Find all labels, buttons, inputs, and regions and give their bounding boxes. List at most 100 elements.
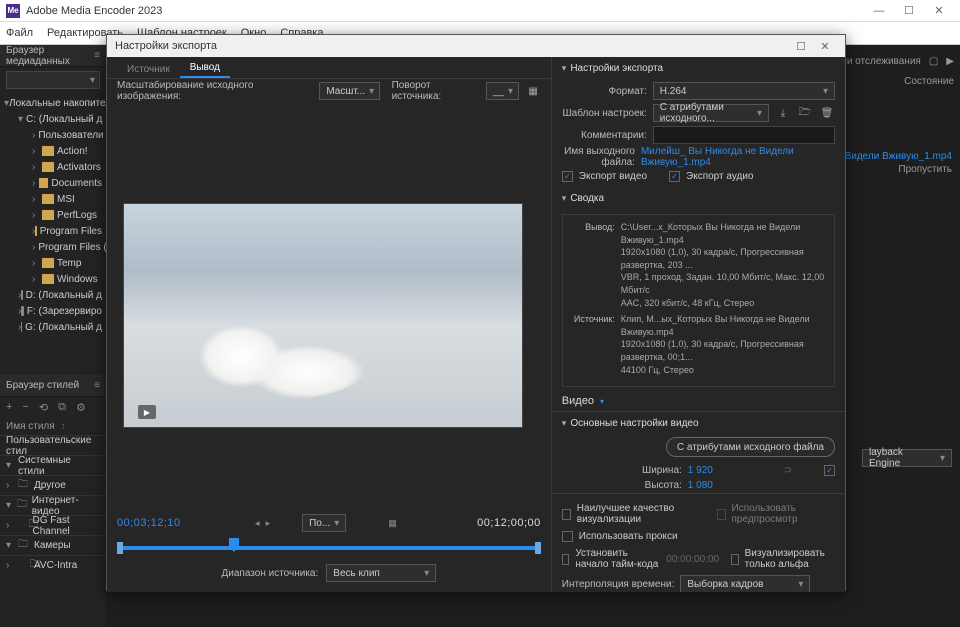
collapse-icon[interactable]: ▾ (562, 418, 567, 429)
copy-style-icon[interactable]: ⧉ (58, 401, 66, 414)
media-browser-header: Браузер медиаданных ≡ (0, 45, 106, 67)
alpha-only-checkbox[interactable] (731, 554, 739, 565)
dialog-close-button[interactable]: ✕ (813, 40, 837, 53)
start-tc-checkbox[interactable] (562, 554, 570, 565)
dialog-maximize-button[interactable]: ☐ (789, 40, 813, 53)
media-filter-dropdown[interactable]: ▾ (6, 71, 100, 89)
fit-dropdown[interactable]: По...▾ (302, 514, 346, 532)
timeline-track[interactable] (117, 538, 541, 558)
tab-output[interactable]: Вывод (180, 59, 230, 78)
summary-box: Вывод:C:\User...х_Которых Вы Никогда не … (562, 214, 835, 387)
export-video-label: Экспорт видео (579, 171, 647, 182)
tree-folder[interactable]: ›Documents (0, 175, 106, 191)
panel-menu-icon[interactable]: ≡ (94, 380, 100, 391)
step-back-icon[interactable]: ◂ (255, 518, 260, 529)
range-label: Диапазон источника: (222, 568, 319, 579)
preset-dropdown[interactable]: С атрибутами исходного...▾ (653, 104, 769, 122)
use-proxies-label: Использовать прокси (579, 531, 678, 542)
use-proxies-checkbox[interactable] (562, 531, 573, 542)
menu-file[interactable]: Файл (6, 27, 33, 39)
style-item[interactable]: ›🗀DG Fast Channel (0, 515, 106, 535)
format-label: Формат: (562, 86, 647, 97)
renderer-dropdown[interactable]: layback Engine▾ (862, 449, 952, 467)
close-button[interactable]: ✕ (924, 0, 954, 22)
import-preset-icon[interactable]: 🗁 (797, 105, 813, 122)
interp-dropdown[interactable]: Выборка кадров▾ (680, 575, 810, 592)
rotate-dropdown[interactable]: __▾ (486, 82, 519, 100)
export-audio-checkbox[interactable]: ✓ (669, 171, 680, 182)
tree-folder[interactable]: ›Program Files ( (0, 239, 106, 255)
system-styles-row[interactable]: ▾Системные стили (0, 455, 106, 475)
style-toolbar: + − ⟲ ⧉ ⚙ (0, 397, 106, 417)
tracking-off-icon[interactable]: ▢ (929, 56, 938, 67)
tree-folder[interactable]: ›Temp (0, 255, 106, 271)
play-queue-icon[interactable]: ▶ (946, 56, 954, 67)
play-button[interactable]: ▶ (138, 405, 156, 419)
remove-style-icon[interactable]: − (22, 401, 28, 413)
tree-folder[interactable]: ›Пользователи (0, 127, 106, 143)
tree-drive-f[interactable]: ›F: (Зарезервиро (0, 303, 106, 319)
collapse-icon[interactable]: ▾ (562, 63, 567, 74)
step-fwd-icon[interactable]: ▸ (266, 518, 271, 529)
height-value[interactable]: 1 080 (688, 480, 713, 491)
settings-style-icon[interactable]: ⚙ (76, 401, 86, 414)
crop-icon[interactable]: ▦ (525, 86, 540, 97)
height-label: Высота: (562, 480, 682, 491)
tree-folder[interactable]: ›Action! (0, 143, 106, 159)
tree-folder[interactable]: ›PerfLogs (0, 207, 106, 223)
style-item[interactable]: ›🗀AVC-Intra (0, 555, 106, 575)
tree-drive-g[interactable]: ›G: (Локальный д (0, 319, 106, 335)
add-style-icon[interactable]: + (6, 401, 12, 413)
scale-dropdown[interactable]: Масшт...▾ (319, 82, 379, 100)
range-dropdown[interactable]: Весь клип▾ (326, 564, 436, 582)
output-name-label: Имя выходного файла: (562, 146, 635, 168)
interp-label: Интерполяция времени: (562, 579, 675, 590)
preset-label: Шаблон настроек: (562, 108, 647, 119)
sync-style-icon[interactable]: ⟲ (39, 401, 48, 414)
style-browser-title: Браузер стилей (6, 380, 79, 391)
export-settings-header: Настройки экспорта (570, 63, 663, 74)
style-item[interactable]: ›🗀Другое (0, 475, 106, 495)
use-previews-checkbox[interactable] (717, 509, 726, 520)
delete-preset-icon[interactable]: 🗑 (819, 108, 835, 119)
tab-source[interactable]: Источник (117, 61, 180, 78)
preview-image (184, 304, 374, 399)
format-dropdown[interactable]: H.264▾ (653, 82, 835, 100)
scale-label: Масштабирование исходного изображения: (117, 80, 313, 102)
width-value[interactable]: 1 920 (688, 465, 713, 476)
width-label: Ширина: (562, 465, 682, 476)
style-item[interactable]: ▾🗀Интернет-видео (0, 495, 106, 515)
tree-drive-c[interactable]: ▾C: (Локальный д (0, 111, 106, 127)
alpha-only-label: Визуализировать только альфа (745, 548, 835, 570)
export-video-checkbox[interactable]: ✓ (562, 171, 573, 182)
chevron-down-icon[interactable]: ▾ (600, 397, 604, 406)
tree-drive-d[interactable]: ›D: (Локальный д (0, 287, 106, 303)
timecode-current[interactable]: 00;03;12;10 (117, 517, 181, 529)
export-settings-dialog: Настройки экспорта ☐ ✕ Источник Вывод Ма… (106, 34, 846, 591)
match-source-button[interactable]: С атрибутами исходного файла (666, 437, 835, 457)
save-preset-icon[interactable]: ⤓ (775, 108, 791, 119)
collapse-icon[interactable]: ▾ (562, 193, 567, 204)
app-icon: Me (6, 4, 20, 18)
media-browser-title: Браузер медиаданных (6, 45, 90, 67)
comments-input[interactable] (653, 126, 835, 144)
output-name-link[interactable]: Милейш_ Вы Никогда не Видели Вживую_1.mp… (641, 146, 835, 168)
minimize-button[interactable]: — (864, 0, 894, 22)
tree-folder[interactable]: ›Activators (0, 159, 106, 175)
tree-folder[interactable]: ›Program Files (0, 223, 106, 239)
max-quality-label: Наилучшее качество визуализации (577, 503, 705, 525)
maximize-button[interactable]: ☐ (894, 0, 924, 22)
link-dims-icon[interactable]: ⊃ (784, 465, 792, 476)
panel-menu-icon[interactable]: ≡ (94, 50, 100, 61)
style-browser-header: Браузер стилей ≡ (0, 375, 106, 397)
tree-folder[interactable]: ›MSI (0, 191, 106, 207)
tree-local-drives[interactable]: ▾Локальные накопители (0, 95, 106, 111)
user-styles-row[interactable]: Пользовательские стил (0, 435, 106, 455)
match-width-checkbox[interactable]: ✓ (824, 465, 835, 476)
calendar-icon[interactable]: ▦ (388, 518, 397, 529)
summary-source: Клип, М...ых_Которых Вы Никогда не Видел… (621, 313, 826, 376)
video-tab[interactable]: Видео (562, 395, 594, 407)
max-quality-checkbox[interactable] (562, 509, 571, 520)
tree-folder[interactable]: ›Windows (0, 271, 106, 287)
style-item[interactable]: ▾🗀Камеры (0, 535, 106, 555)
